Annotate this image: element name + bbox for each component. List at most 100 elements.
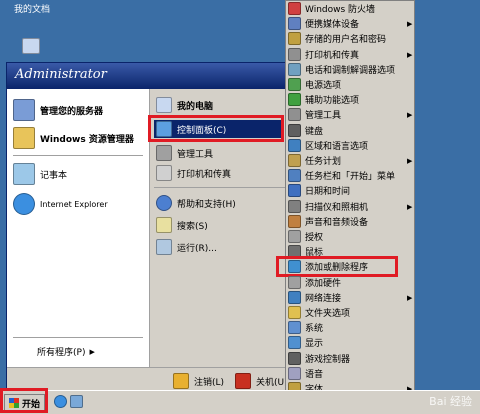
control-panel-item-label: 电话和调制解调器选项 xyxy=(305,65,396,76)
pinned-programs: 管理您的服务器 Windows 资源管理器 记事本 Internet Explo… xyxy=(7,89,149,389)
internet-explorer-label: Internet Explorer xyxy=(40,199,108,209)
shutdown-button[interactable]: 关机(U) xyxy=(235,373,288,389)
control-panel-item-label: 键盘 xyxy=(305,126,324,137)
admin-tools-item[interactable]: 管理工具 xyxy=(156,145,213,161)
my-computer-icon xyxy=(22,38,40,54)
search-item[interactable]: 搜索(S) xyxy=(156,217,208,233)
control-panel-item-label: 系统 xyxy=(305,324,324,335)
control-panel-item-label: Windows 防火墙 xyxy=(305,5,376,15)
firewall-icon xyxy=(288,2,301,15)
quicklaunch-explorer-icon[interactable] xyxy=(70,395,83,408)
control-panel-item[interactable]: 文件夹选项 xyxy=(288,306,350,319)
internet-explorer-item[interactable]: Internet Explorer xyxy=(13,193,108,215)
submenu-arrow-icon: ▶ xyxy=(407,157,413,165)
control-panel-item[interactable]: 区域和语言选项 xyxy=(288,138,368,152)
start-button-highlight-box xyxy=(0,388,48,413)
control-panel-item-label: 添加硬件 xyxy=(305,278,342,289)
manage-server-label: 管理您的服务器 xyxy=(40,106,104,117)
desktop-icon-my-computer[interactable] xyxy=(22,38,45,57)
control-panel-item[interactable]: 辅助功能选项 xyxy=(288,93,359,107)
control-panel-item[interactable]: 扫描仪和照相机 xyxy=(288,199,369,213)
control-panel-item[interactable]: 便携媒体设备 xyxy=(288,17,360,31)
control-panel-item[interactable]: 授权 xyxy=(288,230,323,243)
control-panel-item[interactable]: 添加硬件 xyxy=(288,275,342,289)
help-support-label: 帮助和支持(H) xyxy=(177,199,236,210)
all-programs-button[interactable]: 所有程序(P) ▶ xyxy=(37,345,95,359)
explorer-icon xyxy=(13,127,35,149)
manage-server-item[interactable]: 管理您的服务器 xyxy=(13,99,103,121)
system-icon xyxy=(288,321,301,335)
submenu-arrow-icon: ▶ xyxy=(407,111,413,120)
control-panel-item-label: 存储的用户名和密码 xyxy=(305,35,387,46)
control-panel-item[interactable]: 语音 xyxy=(288,366,323,380)
power-icon xyxy=(288,78,301,91)
all-programs-arrow-icon: ▶ xyxy=(89,347,95,356)
run-label: 运行(R)... xyxy=(177,243,217,254)
control-panel-item[interactable]: 电话和调制解调器选项 xyxy=(288,62,396,76)
control-panel-item[interactable]: 日期和时间 xyxy=(288,184,351,198)
folder-options-icon xyxy=(288,306,301,319)
control-panel-item[interactable]: 系统 xyxy=(288,321,324,335)
control-panel-item-label: 任务栏和「开始」菜单 xyxy=(305,172,396,183)
license-icon xyxy=(288,230,301,243)
windows-explorer-item[interactable]: Windows 资源管理器 xyxy=(13,127,134,149)
control-panel-item-label: 任务计划 xyxy=(305,157,342,167)
notepad-icon xyxy=(13,163,35,185)
control-panel-item-label: 日期和时间 xyxy=(305,187,351,198)
left-separator xyxy=(13,155,143,156)
help-support-item[interactable]: 帮助和支持(H) xyxy=(156,195,236,211)
control-panel-item[interactable]: 声音和音频设备 xyxy=(288,214,369,228)
control-panel-item-label: 游戏控制器 xyxy=(305,354,351,365)
start-menu: Administrator 管理您的服务器 Windows 资源管理器 记事本 … xyxy=(6,62,294,393)
phone-modem-icon xyxy=(288,62,301,76)
control-panel-item[interactable]: 任务计划 xyxy=(288,154,341,167)
submenu-arrow-icon: ▶ xyxy=(407,202,413,211)
logoff-button[interactable]: 注销(L) xyxy=(173,373,224,389)
control-panel-item[interactable]: 打印机和传真 xyxy=(288,47,360,61)
control-panel-item[interactable]: 任务栏和「开始」菜单 xyxy=(288,169,396,183)
add-remove-programs-highlight-box xyxy=(276,256,398,278)
control-panel-item-label: 打印机和传真 xyxy=(305,50,360,61)
my-computer-item[interactable]: 我的电脑 xyxy=(156,97,213,113)
printer-icon xyxy=(156,165,172,181)
control-panel-highlight-box xyxy=(148,115,284,142)
printer-icon xyxy=(288,47,301,61)
user-name: Administrator xyxy=(15,67,107,82)
control-panel-item-label: 扫描仪和照相机 xyxy=(305,202,369,213)
control-panel-item-label: 网络连接 xyxy=(305,293,342,304)
media-device-icon xyxy=(288,17,301,31)
notepad-item[interactable]: 记事本 xyxy=(13,163,67,185)
control-panel-item[interactable]: 游戏控制器 xyxy=(288,351,351,365)
all-programs-separator xyxy=(13,337,143,338)
admin-tools-icon xyxy=(288,108,301,122)
control-panel-item[interactable]: 键盘 xyxy=(288,123,324,137)
sound-icon xyxy=(288,214,301,228)
control-panel-item[interactable]: Windows 防火墙 xyxy=(288,2,375,15)
printers-item[interactable]: 打印机和传真 xyxy=(156,165,231,181)
run-item[interactable]: 运行(R)... xyxy=(156,239,217,255)
windows-explorer-label: Windows 资源管理器 xyxy=(40,134,134,145)
taskbar: 开始 xyxy=(0,390,480,414)
control-panel-item-label: 便携媒体设备 xyxy=(305,20,360,31)
quicklaunch-ie-icon[interactable] xyxy=(54,395,67,408)
all-programs-label: 所有程序(P) xyxy=(37,348,86,358)
run-icon xyxy=(156,239,172,255)
control-panel-item-label: 声音和音频设备 xyxy=(305,217,369,228)
control-panel-item-label: 电源选项 xyxy=(305,81,342,91)
admin-tools-icon xyxy=(156,145,172,161)
control-panel-item[interactable]: 显示 xyxy=(288,336,324,350)
my-computer-icon xyxy=(156,97,172,113)
scheduled-tasks-icon xyxy=(288,154,301,167)
desktop-icon-my-documents[interactable]: 我的文档 xyxy=(14,2,50,15)
control-panel-item[interactable]: 管理工具 xyxy=(288,108,342,122)
shutdown-label: 关机(U) xyxy=(256,377,288,388)
admin-tools-label: 管理工具 xyxy=(177,149,214,160)
control-panel-item[interactable]: 网络连接 xyxy=(288,290,342,304)
control-panel-item[interactable]: 存储的用户名和密码 xyxy=(288,32,387,46)
submenu-arrow-icon: ▶ xyxy=(407,293,413,302)
control-panel-item-label: 管理工具 xyxy=(305,111,342,122)
keyboard-icon xyxy=(288,123,301,137)
control-panel-item-label: 显示 xyxy=(305,339,324,350)
control-panel-item[interactable]: 电源选项 xyxy=(288,78,341,91)
scanner-icon xyxy=(288,199,301,213)
